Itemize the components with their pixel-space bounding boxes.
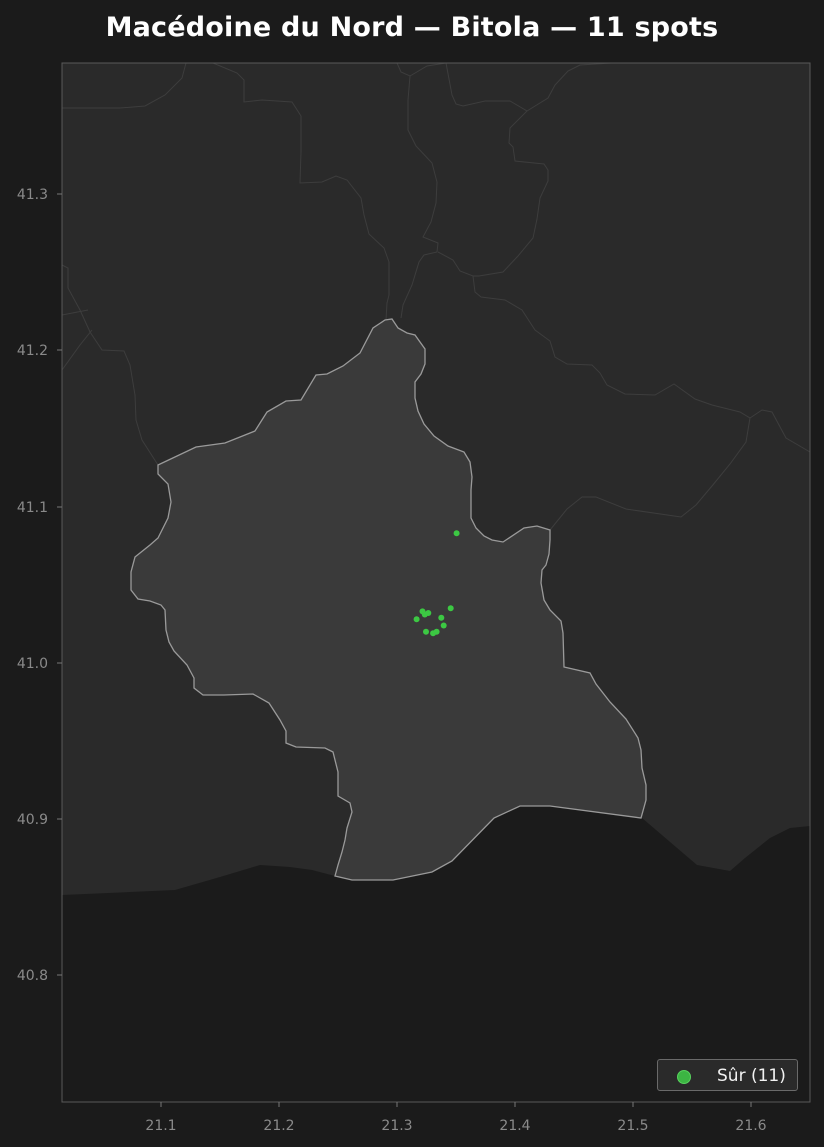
y-tick-label: 41.1 xyxy=(17,500,48,516)
y-tick-label: 41.2 xyxy=(17,343,48,359)
x-tick-label: 21.4 xyxy=(499,1118,530,1134)
y-tick-label: 40.8 xyxy=(17,968,48,984)
spot-marker-9 xyxy=(423,628,429,635)
y-tick-3: 41.1 xyxy=(17,500,62,516)
spot-marker-8 xyxy=(440,622,447,629)
y-axis: 41.3 41.2 41.1 41.0 40.9 40.8 xyxy=(17,187,62,984)
x-tick-label: 21.6 xyxy=(735,1118,766,1134)
y-tick-6: 40.8 xyxy=(17,968,62,984)
spot-marker-6 xyxy=(413,616,420,623)
x-tick-2: 21.2 xyxy=(263,1102,295,1134)
y-tick-5: 40.9 xyxy=(17,812,62,828)
x-tick-label: 21.1 xyxy=(145,1118,176,1134)
x-tick-label: 21.2 xyxy=(263,1118,294,1134)
x-axis: 21.1 21.2 21.3 21.4 21.5 21.6 xyxy=(145,1102,767,1134)
y-tick-label: 41.3 xyxy=(17,187,48,203)
x-tick-4: 21.4 xyxy=(499,1102,531,1134)
x-tick-1: 21.1 xyxy=(145,1102,177,1134)
legend: Sûr (11) xyxy=(657,1059,798,1091)
spot-marker-11 xyxy=(433,628,440,635)
y-tick-label: 41.0 xyxy=(17,656,48,672)
x-tick-6: 21.6 xyxy=(735,1102,767,1134)
spot-marker-7 xyxy=(438,614,445,621)
y-tick-label: 40.9 xyxy=(17,812,48,828)
x-tick-5: 21.5 xyxy=(617,1102,649,1134)
x-tick-label: 21.3 xyxy=(381,1118,412,1134)
x-tick-label: 21.5 xyxy=(617,1118,648,1134)
spot-marker-5 xyxy=(425,610,432,616)
spot-marker-2 xyxy=(447,605,454,612)
map-plot: 21.1 21.2 21.3 21.4 21.5 21.6 41.3 41.2 … xyxy=(17,62,811,1134)
spot-marker-1 xyxy=(453,530,460,537)
y-tick-1: 41.3 xyxy=(17,187,62,203)
y-tick-2: 41.2 xyxy=(17,343,62,359)
legend-label: Sûr (11) xyxy=(717,1066,786,1086)
legend-dot-icon xyxy=(677,1070,691,1084)
x-tick-3: 21.3 xyxy=(381,1102,413,1134)
y-tick-4: 41.0 xyxy=(17,656,62,672)
